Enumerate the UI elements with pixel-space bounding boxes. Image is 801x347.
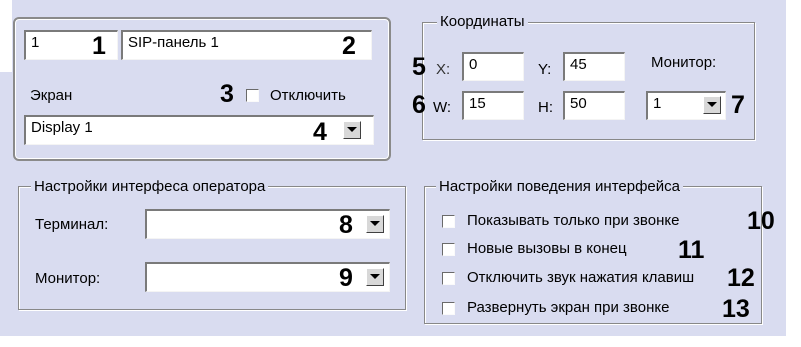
callout-11: 11 <box>678 236 705 264</box>
monitor-coord-label: Монитор: <box>651 54 717 71</box>
panel-edge <box>0 0 12 72</box>
x-field[interactable]: 0 <box>462 52 524 81</box>
terminal-select[interactable] <box>145 209 390 239</box>
coordinates-title: Координаты <box>437 13 528 30</box>
option-maximize-on-call-checkbox[interactable] <box>442 302 455 315</box>
option-new-calls-end-label: Новые вызовы в конец <box>467 240 627 257</box>
w-label: W: <box>433 99 452 116</box>
screen-dropdown-button[interactable] <box>343 121 361 139</box>
behavior-settings-title: Настройки поведения интерфейса <box>436 178 683 195</box>
callout-13: 13 <box>722 295 750 323</box>
callout-9: 9 <box>339 264 353 292</box>
option-maximize-on-call-label: Развернуть экран при звонке <box>467 299 670 316</box>
callout-12: 12 <box>727 264 755 292</box>
callout-7: 7 <box>731 91 745 119</box>
h-value: 50 <box>570 95 587 112</box>
callout-2: 2 <box>342 32 356 60</box>
option-show-on-call-checkbox[interactable] <box>442 215 455 228</box>
option-mute-keys-label: Отключить звук нажатия клавиш <box>467 269 695 286</box>
x-value: 0 <box>469 56 478 73</box>
monitor-coord-dropdown-button[interactable] <box>703 96 721 114</box>
disable-label: Отключить <box>270 87 346 104</box>
callout-4: 4 <box>313 118 327 146</box>
name-value: SIP-панель 1 <box>128 34 219 51</box>
y-label: Y: <box>538 61 552 78</box>
y-field[interactable]: 45 <box>563 52 625 81</box>
w-field[interactable]: 15 <box>462 91 524 120</box>
terminal-dropdown-button[interactable] <box>366 215 384 233</box>
operator-monitor-dropdown-button[interactable] <box>366 268 384 286</box>
screen-label: Экран <box>30 87 73 104</box>
option-mute-keys-checkbox[interactable] <box>442 272 455 285</box>
callout-8: 8 <box>339 211 353 239</box>
callout-6: 6 <box>412 91 426 119</box>
y-value: 45 <box>570 56 587 73</box>
operator-monitor-label: Монитор: <box>35 270 101 287</box>
option-new-calls-end-checkbox[interactable] <box>442 243 455 256</box>
callout-1: 1 <box>92 32 106 60</box>
operator-settings-title: Настройки интерфеса оператора <box>31 178 269 195</box>
option-show-on-call-label: Показывать только при звонке <box>467 212 680 229</box>
callout-10: 10 <box>747 207 775 235</box>
terminal-label: Терминал: <box>35 216 109 233</box>
operator-monitor-select[interactable] <box>145 262 390 292</box>
x-label: X: <box>436 61 451 78</box>
disable-checkbox[interactable] <box>246 89 259 102</box>
callout-5: 5 <box>412 53 426 81</box>
h-label: H: <box>538 99 553 116</box>
screen-value: Display 1 <box>31 119 93 136</box>
id-value: 1 <box>31 34 40 51</box>
w-value: 15 <box>469 95 486 112</box>
monitor-coord-value: 1 <box>653 95 662 112</box>
coordinates-group <box>422 22 755 140</box>
callout-3: 3 <box>220 80 234 108</box>
h-field[interactable]: 50 <box>563 91 625 120</box>
name-field[interactable]: SIP-панель 1 <box>121 30 372 60</box>
